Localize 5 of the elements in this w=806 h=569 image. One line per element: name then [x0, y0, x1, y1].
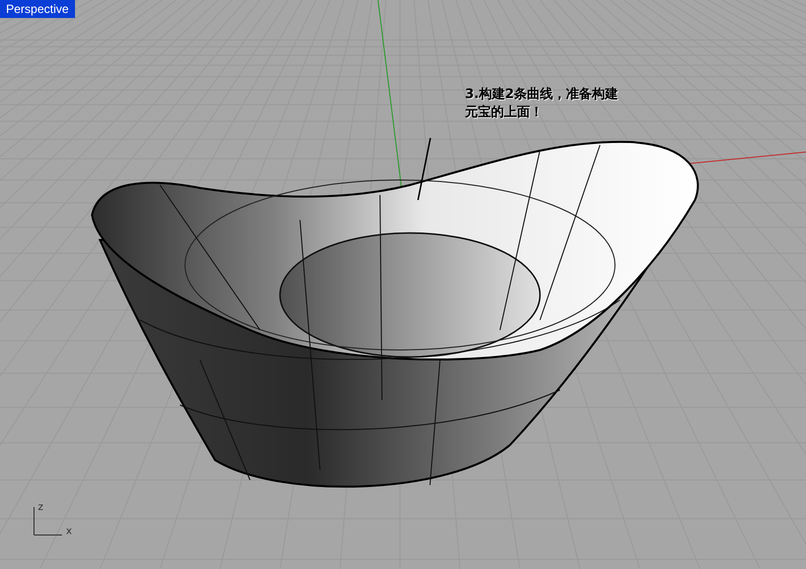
- axis-label: x: [66, 526, 72, 538]
- viewport-title-tab[interactable]: Perspective: [0, 0, 75, 18]
- annotation-text: 元宝的上面！: [465, 104, 544, 122]
- axis-label: z: [38, 502, 44, 514]
- annotation-text: 3.构建2条曲线，准备构建: [465, 86, 618, 104]
